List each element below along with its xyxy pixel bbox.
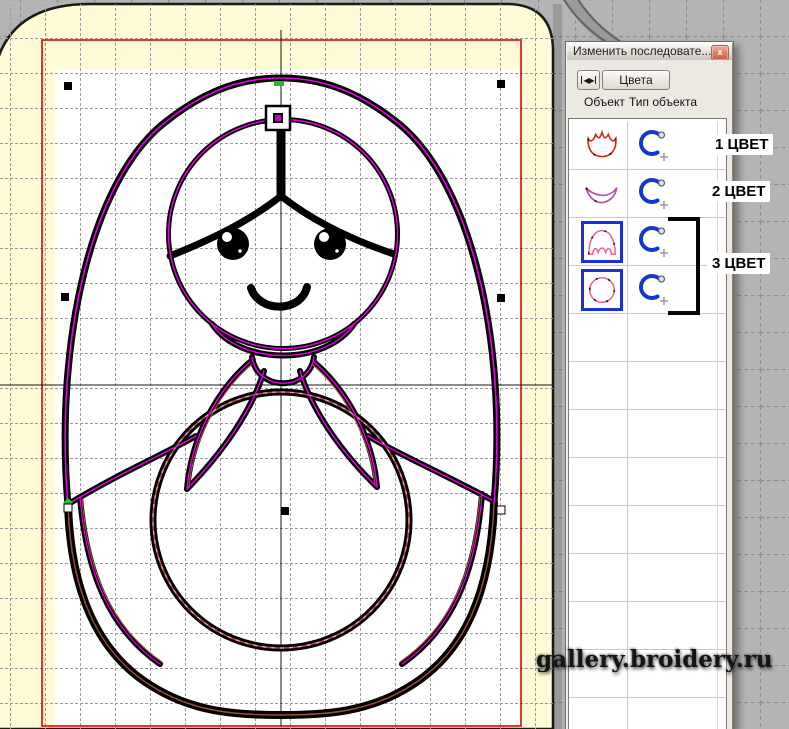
canvas-edge-shadow [553, 4, 562, 729]
handle-top-left[interactable] [64, 82, 72, 90]
sequence-row-1[interactable] [569, 122, 724, 170]
sequence-row-3[interactable] [569, 218, 724, 266]
workspace: Изменить последовате... x ◀▶ Цвета Объек… [0, 0, 789, 729]
handle-mid-left[interactable] [61, 293, 69, 301]
column-object-type: Тип объекта [629, 95, 697, 109]
sequence-panel: Изменить последовате... x ◀▶ Цвета Объек… [565, 41, 734, 729]
run-stitch-icon [636, 176, 676, 210]
panel-title: Изменить последовате... [573, 44, 711, 58]
object-thumbnail-headscarf [581, 125, 623, 167]
watermark: gallery.broidery.ru [536, 646, 773, 673]
handle-bottom-left[interactable] [64, 504, 72, 512]
handle-mid-right[interactable] [497, 294, 505, 302]
object-thumbnail-dress [581, 221, 623, 263]
color-annotation-3: 3 ЦВЕТ [707, 253, 770, 274]
panel-titlebar[interactable]: Изменить последовате... x [567, 43, 732, 60]
handle-bottom-right[interactable] [497, 506, 505, 514]
color-group-bracket [668, 217, 700, 315]
nav-arrows-icon: ◀▶ [583, 76, 593, 85]
start-point-marker[interactable] [266, 106, 290, 130]
nav-bar-left-icon [581, 76, 582, 84]
object-thumbnail-circle [581, 269, 623, 311]
column-object: Объект [584, 95, 625, 109]
run-stitch-icon [636, 128, 676, 162]
colors-button[interactable]: Цвета [602, 70, 670, 90]
handle-top-right[interactable] [497, 80, 505, 88]
sequence-row-4[interactable] [569, 266, 724, 314]
handle-bottom-mid[interactable] [281, 507, 289, 515]
sequence-row-2[interactable] [569, 170, 724, 218]
collapse-panel-button[interactable]: ◀▶ [577, 70, 600, 90]
nav-bar-right-icon [595, 76, 596, 84]
object-thumbnail-crescent [581, 173, 623, 215]
object-list[interactable] [568, 118, 727, 729]
color-annotation-2: 2 ЦВЕТ [707, 181, 770, 202]
color-annotation-1: 1 ЦВЕТ [710, 134, 773, 155]
close-icon[interactable]: x [711, 45, 729, 60]
